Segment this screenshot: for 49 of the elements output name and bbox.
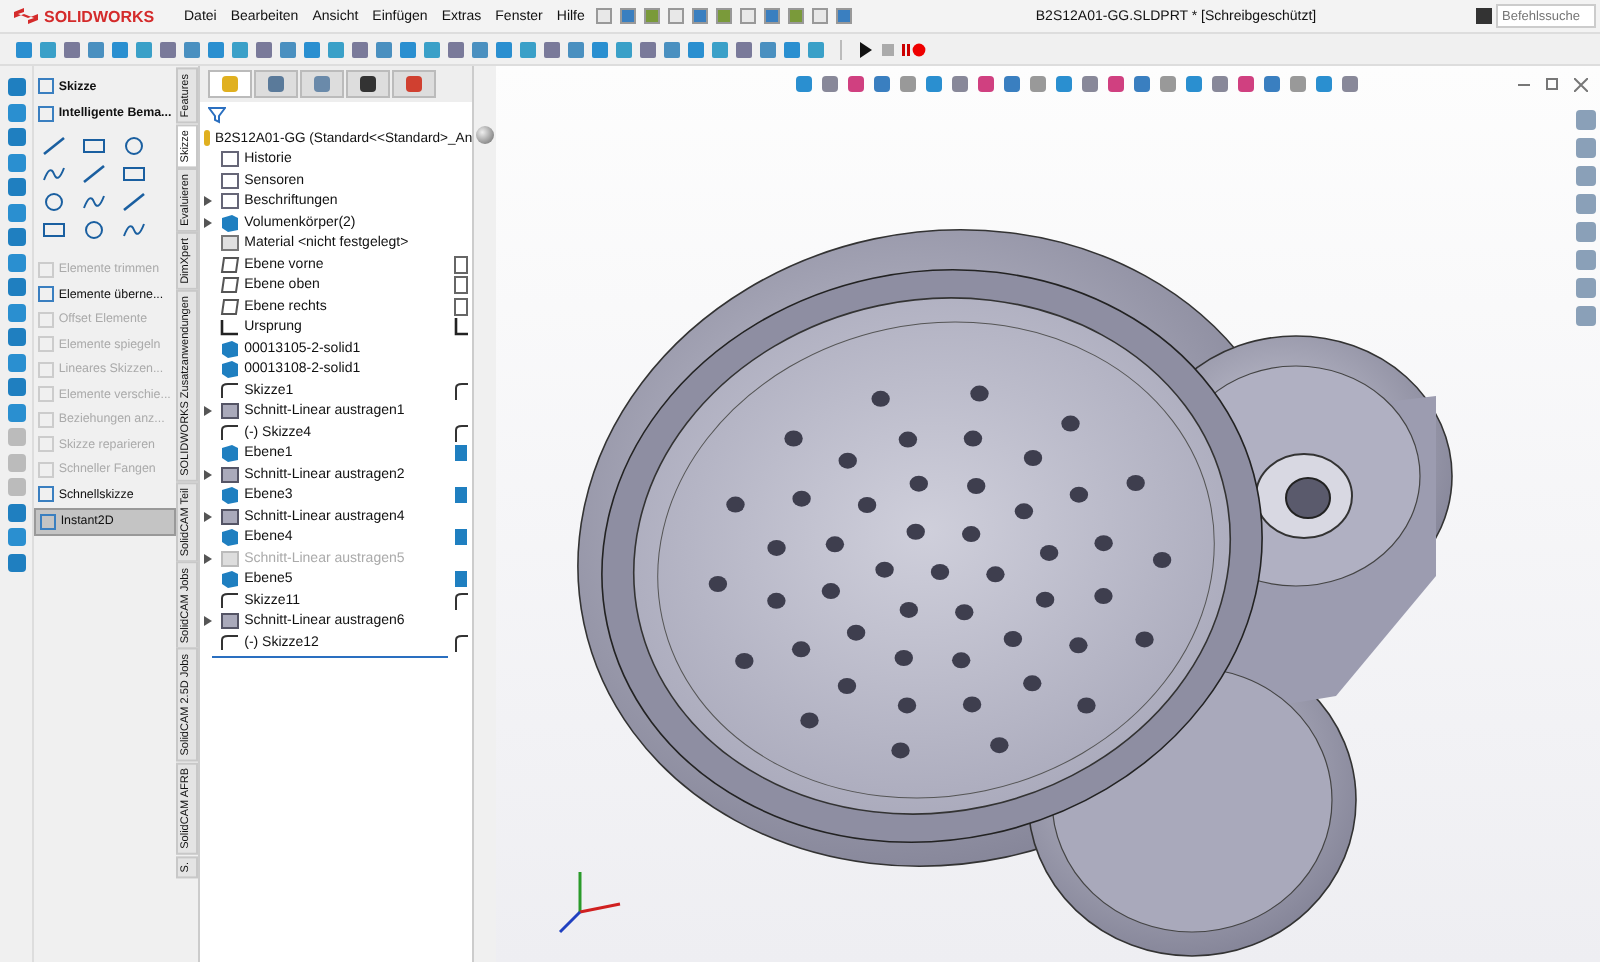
- solid-body-icon: [220, 360, 241, 379]
- sketch-tool-icon[interactable]: [82, 192, 107, 212]
- minimize-icon[interactable]: [1518, 83, 1530, 85]
- feature-icon: [220, 549, 241, 568]
- sketch-tool-icon[interactable]: [82, 136, 107, 156]
- expand-icon[interactable]: [204, 469, 213, 480]
- sketch-icon: [453, 633, 468, 652]
- search-icon: [1476, 8, 1492, 24]
- sketch-tool-icon[interactable]: [122, 192, 147, 212]
- sketch-icon: [220, 423, 241, 442]
- feature-icon: [220, 612, 241, 631]
- sphere-icon[interactable]: [476, 126, 495, 144]
- feature-icon: [220, 402, 241, 421]
- axis-triad-drawing: [558, 872, 621, 934]
- feature-icon: [220, 465, 241, 484]
- sketch-icon: [453, 381, 468, 400]
- solid-body-icon: [220, 339, 241, 358]
- solid-body-icon: [220, 213, 241, 232]
- app-logo: SOLIDWORKS: [0, 6, 168, 26]
- play-icon[interactable]: [858, 41, 874, 57]
- sketch-tool-icon[interactable]: [122, 136, 147, 156]
- feature-icon: [220, 507, 241, 526]
- record-icon[interactable]: [902, 41, 926, 57]
- sketch-tool-icon[interactable]: [82, 164, 107, 184]
- expand-icon[interactable]: [204, 553, 213, 564]
- expand-icon[interactable]: [204, 406, 213, 417]
- sketch-tool-icon[interactable]: [42, 164, 67, 184]
- sketch-icon: [453, 591, 468, 610]
- origin-icon: [453, 318, 468, 337]
- stop-icon[interactable]: [882, 43, 894, 55]
- material-icon: [220, 234, 241, 253]
- sketch-icon: [220, 591, 241, 610]
- panel-tab[interactable]: [346, 70, 391, 98]
- filter-icon[interactable]: [208, 106, 227, 124]
- close-icon[interactable]: [1574, 77, 1588, 91]
- sketch-tool-icon[interactable]: [122, 220, 147, 240]
- sketch-tool-icon[interactable]: [122, 164, 147, 184]
- expand-icon[interactable]: [204, 616, 213, 627]
- sketch-tool-icon[interactable]: [42, 192, 67, 212]
- expand-icon[interactable]: [204, 511, 213, 522]
- sketch-icon: [453, 423, 468, 442]
- sketch-tool-icon[interactable]: [82, 220, 107, 240]
- origin-icon: [220, 318, 241, 337]
- sketch-tool-icon[interactable]: [42, 220, 67, 240]
- sketch-tool-icon[interactable]: [42, 136, 67, 156]
- sketch-icon: [220, 633, 241, 652]
- sketch-icon: [220, 381, 241, 400]
- restore-icon[interactable]: [1546, 78, 1558, 90]
- logo-icon: [12, 6, 40, 26]
